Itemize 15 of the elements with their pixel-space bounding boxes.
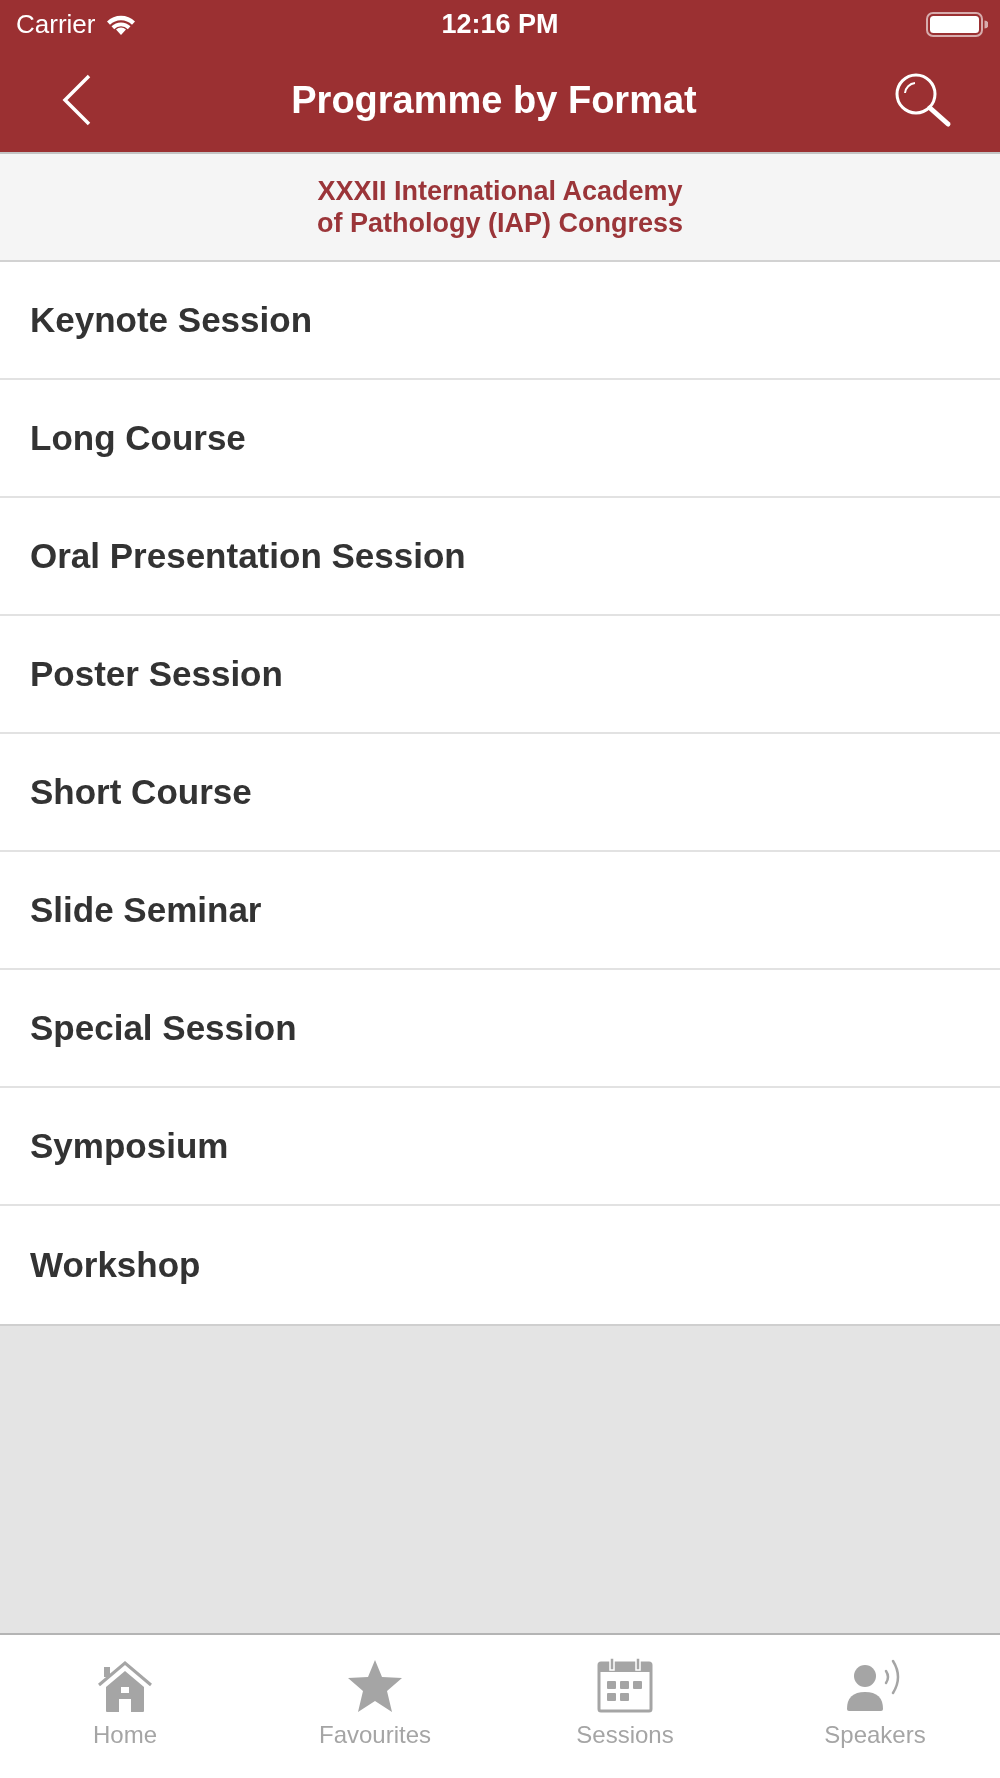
- tab-label: Sessions: [576, 1723, 674, 1747]
- search-icon: [894, 72, 952, 128]
- carrier-label: Carrier: [16, 11, 96, 37]
- status-time: 12:16 PM: [441, 10, 559, 38]
- screen-title: Programme by Format: [291, 81, 697, 119]
- tab-label: Speakers: [824, 1723, 926, 1747]
- tab-label: Favourites: [318, 1723, 431, 1747]
- congress-title: XXXII International Academy of Pathology (IAP) Congress: [317, 175, 683, 239]
- search-button[interactable]: [894, 72, 952, 128]
- star-icon: [347, 1659, 403, 1713]
- chevron-left-icon: [62, 74, 92, 126]
- home-icon: [97, 1661, 153, 1713]
- tab-label: Home: [93, 1723, 157, 1747]
- calendar-icon: [597, 1657, 653, 1713]
- battery-icon: [926, 12, 988, 37]
